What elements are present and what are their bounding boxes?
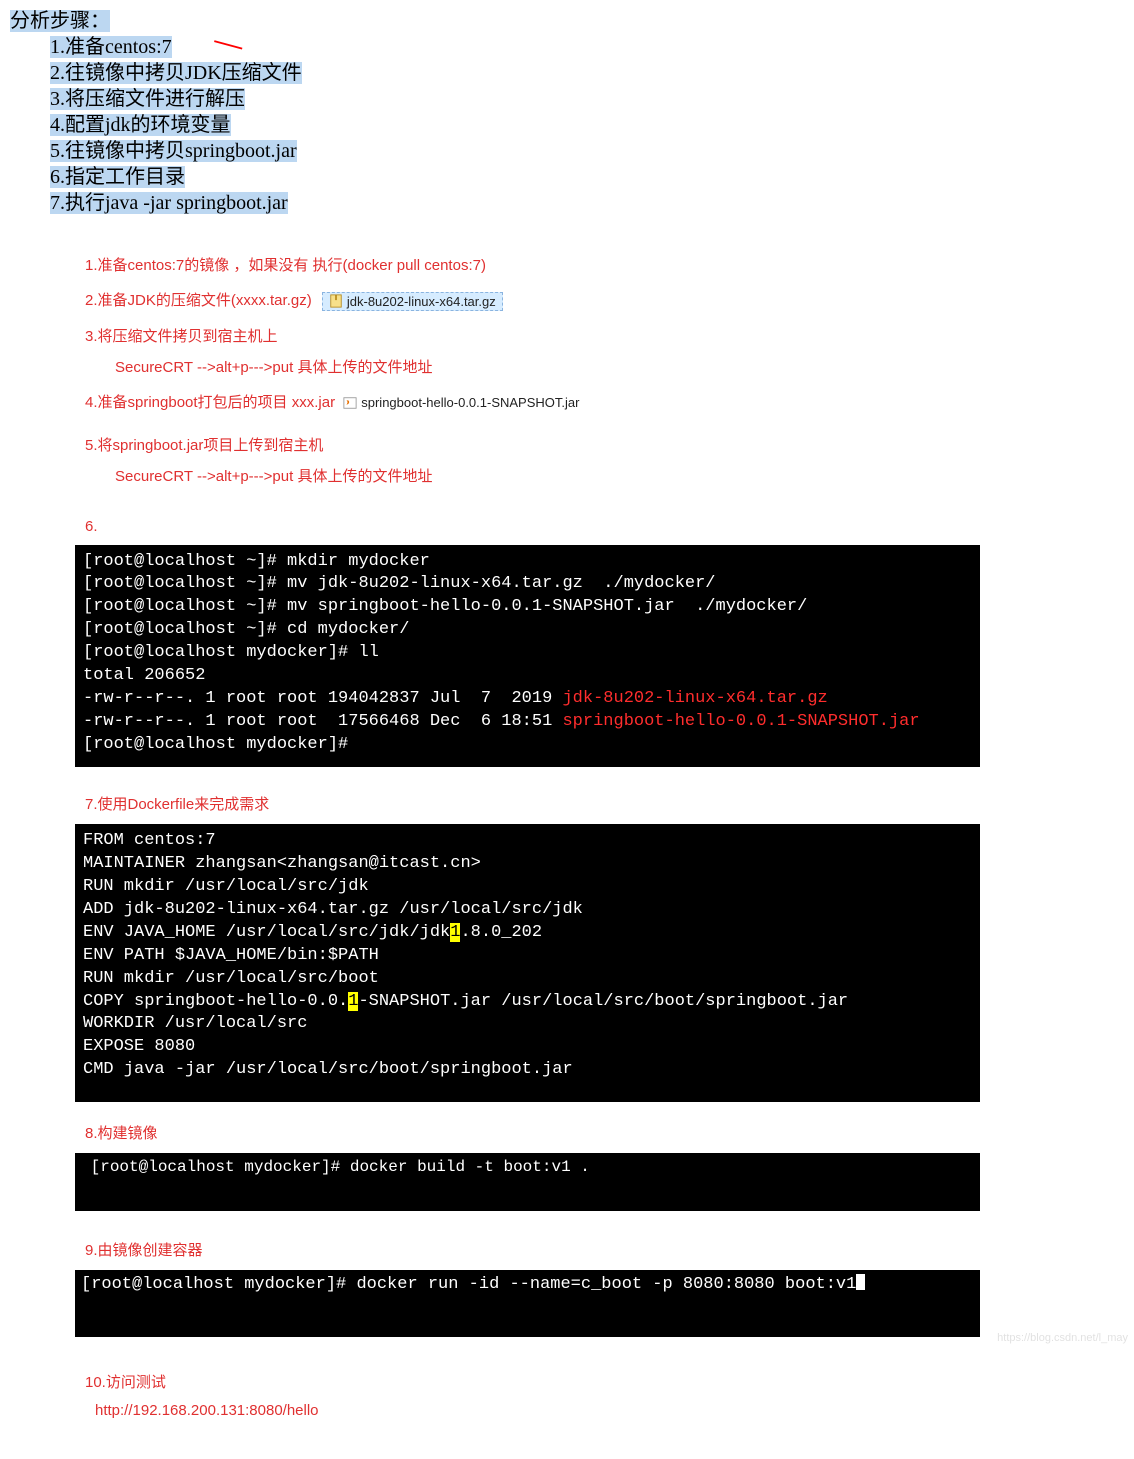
analysis-title: 分析步骤： <box>10 8 320 34</box>
archive-icon <box>329 294 343 308</box>
step-10: 10.访问测试 <box>85 1371 1134 1392</box>
terminal-build: [root@localhost mydocker]# docker build … <box>75 1153 980 1211</box>
file-name: jdk-8u202-linux-x64.tar.gz <box>347 294 496 309</box>
step-item: 1.准备centos:7 <box>50 34 1124 60</box>
step-item: 4.配置jdk的环境变量 <box>50 112 1124 138</box>
step-item: 7.执行java -jar springboot.jar <box>50 190 1124 216</box>
step-2: 2.准备JDK的压缩文件(xxxx.tar.gz) jdk-8u202-linu… <box>85 289 1134 311</box>
step-2-label: 2.准备JDK的压缩文件(xxxx.tar.gz) <box>85 292 312 309</box>
file-tag-jar: springboot-hello-0.0.1-SNAPSHOT.jar <box>343 395 579 410</box>
step-3: 3.将压缩文件拷贝到宿主机上 <box>85 325 1134 346</box>
step-4-label: 4.准备springboot打包后的项目 xxx.jar <box>85 394 335 411</box>
step-8: 8.构建镜像 <box>85 1122 1134 1143</box>
cursor-icon <box>856 1274 865 1290</box>
content-area: 1.准备centos:7的镜像 ，如果没有 执行(docker pull cen… <box>0 230 1134 1459</box>
terminal-mkdir-mv: [root@localhost ~]# mkdir mydocker [root… <box>75 545 980 767</box>
step-6: 6. <box>85 518 1134 535</box>
step-7: 7.使用Dockerfile来完成需求 <box>85 793 1134 814</box>
step-item: 5.往镜像中拷贝springboot.jar <box>50 138 1124 164</box>
step-9: 9.由镜像创建容器 <box>85 1239 1134 1260</box>
terminal-dockerfile: FROM centos:7 MAINTAINER zhangsan<zhangs… <box>75 824 980 1102</box>
step-3-sub: SecureCRT -->alt+p--->put 具体上传的文件地址 <box>115 356 1134 377</box>
step-5-sub: SecureCRT -->alt+p--->put 具体上传的文件地址 <box>115 465 1134 486</box>
terminal-run: [root@localhost mydocker]# docker run -i… <box>75 1270 980 1337</box>
step-item: 2.往镜像中拷贝JDK压缩文件 <box>50 60 1124 86</box>
test-url[interactable]: http://192.168.200.131:8080/hello <box>95 1402 1134 1419</box>
step-4: 4.准备springboot打包后的项目 xxx.jar springboot-… <box>85 391 1134 412</box>
watermark: https://blog.csdn.net/l_may <box>997 1332 1128 1344</box>
step-5: 5.将springboot.jar项目上传到宿主机 <box>85 434 1134 455</box>
file-tag-jdk: jdk-8u202-linux-x64.tar.gz <box>322 292 503 311</box>
step-item: 3.将压缩文件进行解压 <box>50 86 1124 112</box>
analysis-steps-list: 1.准备centos:7 2.往镜像中拷贝JDK压缩文件 3.将压缩文件进行解压… <box>50 34 1124 216</box>
step-item: 6.指定工作目录 <box>50 164 1124 190</box>
step-1: 1.准备centos:7的镜像 ，如果没有 执行(docker pull cen… <box>85 254 1134 275</box>
file-name: springboot-hello-0.0.1-SNAPSHOT.jar <box>361 395 579 410</box>
analysis-steps-block: 分析步骤： ＼ 1.准备centos:7 2.往镜像中拷贝JDK压缩文件 3.将… <box>0 0 1134 230</box>
jar-icon <box>343 396 357 410</box>
